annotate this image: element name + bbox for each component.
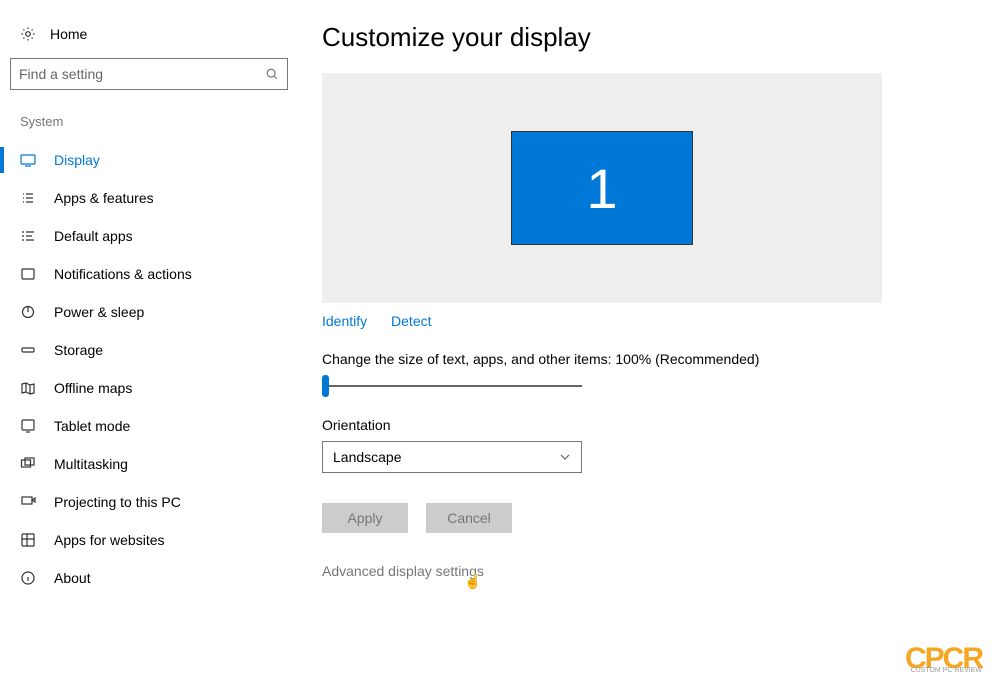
sidebar-item-default-apps[interactable]: Default apps bbox=[10, 217, 300, 255]
watermark: CPCR CUSTOM PC REVIEW bbox=[905, 648, 982, 674]
advanced-display-link[interactable]: Advanced display settings ☝ bbox=[322, 563, 970, 579]
sidebar-item-power-sleep[interactable]: Power & sleep bbox=[10, 293, 300, 331]
search-wrap bbox=[10, 48, 300, 100]
display-preview[interactable]: 1 bbox=[322, 73, 882, 303]
scale-slider[interactable] bbox=[322, 377, 582, 395]
sidebar-item-apps-features[interactable]: Apps & features bbox=[10, 179, 300, 217]
tablet-icon bbox=[20, 418, 36, 434]
monitor-number: 1 bbox=[586, 156, 617, 221]
detect-link[interactable]: Detect bbox=[391, 313, 431, 329]
cancel-button[interactable]: Cancel bbox=[426, 503, 512, 533]
chevron-down-icon bbox=[559, 451, 571, 463]
sidebar-item-about[interactable]: About bbox=[10, 559, 300, 597]
gear-icon bbox=[20, 26, 36, 42]
sidebar-item-apps-websites[interactable]: Apps for websites bbox=[10, 521, 300, 559]
sidebar: Home System Display Apps & f bbox=[0, 0, 300, 692]
slider-thumb[interactable] bbox=[322, 375, 329, 397]
monitor-1[interactable]: 1 bbox=[511, 131, 693, 245]
projecting-icon bbox=[20, 494, 36, 510]
scale-label: Change the size of text, apps, and other… bbox=[322, 351, 970, 367]
home-button[interactable]: Home bbox=[10, 20, 300, 48]
notifications-icon bbox=[20, 266, 36, 282]
sidebar-item-label: Storage bbox=[54, 342, 103, 358]
advanced-display-label: Advanced display settings bbox=[322, 563, 484, 579]
sidebar-item-label: Tablet mode bbox=[54, 418, 130, 434]
sidebar-item-label: About bbox=[54, 570, 91, 586]
orientation-select[interactable]: Landscape bbox=[322, 441, 582, 473]
section-label: System bbox=[10, 100, 300, 141]
sidebar-item-label: Apps & features bbox=[54, 190, 154, 206]
home-label: Home bbox=[50, 26, 87, 42]
orientation-label: Orientation bbox=[322, 417, 970, 433]
sidebar-item-projecting[interactable]: Projecting to this PC bbox=[10, 483, 300, 521]
sidebar-item-display[interactable]: Display bbox=[10, 141, 300, 179]
page-title: Customize your display bbox=[322, 22, 970, 53]
apply-button[interactable]: Apply bbox=[322, 503, 408, 533]
default-apps-icon bbox=[20, 228, 36, 244]
sidebar-item-tablet-mode[interactable]: Tablet mode bbox=[10, 407, 300, 445]
sidebar-item-label: Notifications & actions bbox=[54, 266, 192, 282]
sidebar-item-label: Default apps bbox=[54, 228, 133, 244]
sidebar-item-notifications[interactable]: Notifications & actions bbox=[10, 255, 300, 293]
main-content: Customize your display 1 Identify Detect… bbox=[300, 0, 1000, 692]
sidebar-item-label: Apps for websites bbox=[54, 532, 165, 548]
sidebar-item-label: Display bbox=[54, 152, 100, 168]
watermark-sub: CUSTOM PC REVIEW bbox=[905, 669, 982, 674]
search-icon bbox=[265, 67, 279, 81]
apps-websites-icon bbox=[20, 532, 36, 548]
sidebar-item-label: Multitasking bbox=[54, 456, 128, 472]
power-icon bbox=[20, 304, 36, 320]
search-input[interactable] bbox=[19, 66, 265, 82]
orientation-value: Landscape bbox=[333, 449, 402, 465]
map-icon bbox=[20, 380, 36, 396]
sidebar-item-storage[interactable]: Storage bbox=[10, 331, 300, 369]
identify-link[interactable]: Identify bbox=[322, 313, 367, 329]
info-icon bbox=[20, 570, 36, 586]
preview-actions: Identify Detect bbox=[322, 313, 970, 329]
sidebar-item-label: Power & sleep bbox=[54, 304, 144, 320]
slider-track bbox=[322, 385, 582, 387]
sidebar-item-label: Projecting to this PC bbox=[54, 494, 181, 510]
action-buttons: Apply Cancel bbox=[322, 503, 970, 533]
list-icon bbox=[20, 190, 36, 206]
sidebar-item-offline-maps[interactable]: Offline maps bbox=[10, 369, 300, 407]
multitasking-icon bbox=[20, 456, 36, 472]
sidebar-item-multitasking[interactable]: Multitasking bbox=[10, 445, 300, 483]
storage-icon bbox=[20, 342, 36, 358]
search-box[interactable] bbox=[10, 58, 288, 90]
sidebar-item-label: Offline maps bbox=[54, 380, 132, 396]
display-icon bbox=[20, 152, 36, 168]
